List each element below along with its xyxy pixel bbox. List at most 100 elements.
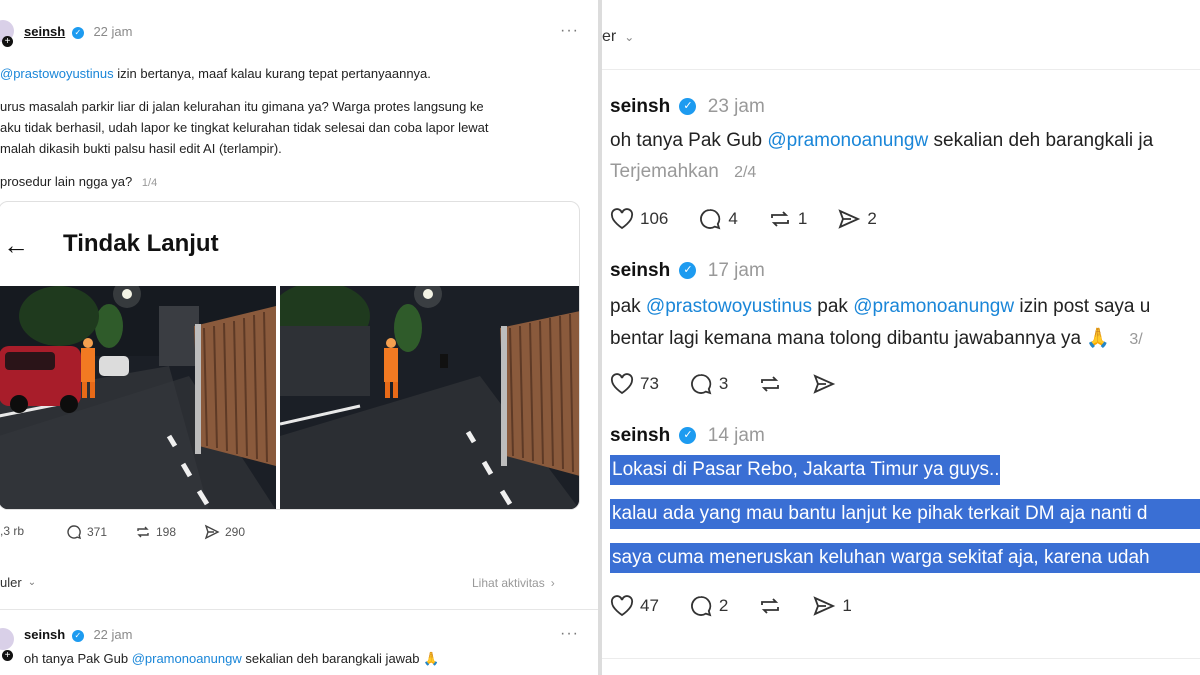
comment-count: 4 xyxy=(728,209,738,228)
like-count: ,3 rb xyxy=(0,524,25,538)
comment-icon xyxy=(700,209,721,230)
activity-link-label: Lihat aktivitas xyxy=(472,576,545,590)
sort-label: uler xyxy=(0,575,22,590)
translate-link[interactable]: Terjemahkan xyxy=(610,161,719,182)
comment-count: 3 xyxy=(718,374,729,393)
comment-button[interactable]: 4 xyxy=(698,208,738,230)
share-icon xyxy=(838,209,861,229)
follow-plus-icon[interactable]: + xyxy=(2,650,13,661)
like-button[interactable]: ,3 rb xyxy=(0,524,24,538)
post-time: 22 jam xyxy=(93,24,133,39)
username[interactable]: seinsh xyxy=(24,24,65,39)
comment-button[interactable]: 3 xyxy=(689,373,728,395)
share-count: 2 xyxy=(867,209,877,228)
left-screenshot-panel: + seinsh ✓ 22 jam ··· @prastowoyustinus … xyxy=(0,0,598,675)
comment-icon xyxy=(691,596,712,617)
post-text-line: aku tidak berhasil, udah lapor ke tingka… xyxy=(0,120,489,135)
repost-count: 1 xyxy=(797,209,808,228)
like-button[interactable]: 106 xyxy=(610,208,668,230)
like-button[interactable]: 73 xyxy=(610,373,659,395)
post-time: 17 jam xyxy=(707,260,765,281)
verified-icon: ✓ xyxy=(679,262,697,280)
follow-plus-icon[interactable]: + xyxy=(2,36,13,47)
top-bar: er ⌄ xyxy=(602,0,1200,70)
comment-button[interactable]: 371 xyxy=(66,524,107,540)
post-time: 23 jam xyxy=(707,96,765,117)
share-icon xyxy=(204,524,220,540)
post-text-line: malah dikasih bukti palsu hasil edit AI … xyxy=(0,141,282,156)
repost-button[interactable]: 1 xyxy=(768,208,807,230)
night-street-image xyxy=(280,286,579,509)
more-options-icon[interactable]: ··· xyxy=(560,625,579,643)
text-segment: izin post saya u xyxy=(1014,296,1151,317)
comment-button[interactable]: 2 xyxy=(689,595,728,617)
back-arrow-icon: ← xyxy=(3,230,29,260)
street-photo-2[interactable] xyxy=(280,286,579,509)
divider xyxy=(0,609,598,610)
comment-count: 2 xyxy=(718,596,729,615)
share-button[interactable]: 290 xyxy=(204,524,245,540)
street-photo-1[interactable] xyxy=(0,286,276,509)
text-segment: pak xyxy=(812,296,854,317)
night-street-image xyxy=(0,286,276,509)
username[interactable]: seinsh xyxy=(610,260,670,281)
username[interactable]: seinsh xyxy=(24,627,65,642)
username[interactable]: seinsh xyxy=(610,425,670,446)
text-segment: bentar lagi kemana mana tolong dibantu j… xyxy=(610,328,1111,349)
avatar[interactable] xyxy=(0,628,14,650)
verified-icon: ✓ xyxy=(679,427,697,445)
more-options-icon[interactable]: ··· xyxy=(560,22,579,40)
share-button[interactable] xyxy=(812,373,836,395)
verified-icon: ✓ xyxy=(679,98,697,116)
share-icon xyxy=(813,374,836,394)
attached-image-card[interactable]: ← Tindak Lanjut xyxy=(0,201,580,510)
text-segment: prosedur lain ngga ya? xyxy=(0,174,133,189)
text-segment: pak xyxy=(610,296,646,317)
share-button[interactable]: 2 xyxy=(837,208,877,230)
like-count: 106 xyxy=(640,209,669,228)
repost-button[interactable] xyxy=(758,373,782,395)
post-text-line: @prastowoyustinus izin bertanya, maaf ka… xyxy=(0,65,431,83)
chevron-right-icon: › xyxy=(550,576,555,590)
like-button[interactable]: 47 xyxy=(610,595,659,617)
activity-link[interactable]: Lihat aktivitas › xyxy=(472,576,555,590)
post-actions: 47 2 1 xyxy=(610,595,882,617)
repost-icon xyxy=(761,376,780,392)
share-count: 290 xyxy=(225,525,246,539)
comment-count: 371 xyxy=(87,525,108,539)
repost-count: 198 xyxy=(156,525,177,539)
post-text-line: oh tanya Pak Gub @pramonoanungw sekalian… xyxy=(610,130,1153,152)
like-count: 47 xyxy=(640,596,659,615)
text-segment: izin bertanya, maaf kalau kurang tepat p… xyxy=(113,66,431,81)
post-text-line: prosedur lain ngga ya? 1/4 xyxy=(0,173,157,192)
post-actions: 73 3 xyxy=(610,373,866,395)
post-time: 22 jam xyxy=(93,627,133,642)
mention-link[interactable]: @prastowoyustinus xyxy=(0,66,114,81)
post-header: seinsh ✓ 17 jam xyxy=(610,260,765,282)
post-text-line: pak @prastowoyustinus pak @pramonoanungw… xyxy=(610,296,1150,318)
mention-link[interactable]: @pramonoanungw xyxy=(853,296,1014,317)
post-text-line: bentar lagi kemana mana tolong dibantu j… xyxy=(610,326,1143,350)
share-count: 1 xyxy=(842,596,852,615)
mention-link[interactable]: @pramonoanungw xyxy=(767,130,928,151)
post-time: 14 jam xyxy=(707,425,765,446)
post-header: seinsh ✓ 23 jam xyxy=(610,96,765,118)
repost-button[interactable]: 198 xyxy=(135,524,176,540)
share-button[interactable]: 1 xyxy=(812,595,852,617)
share-icon xyxy=(813,596,836,616)
text-segment: sekalian deh barangkali jawab 🙏 xyxy=(241,651,440,666)
username[interactable]: seinsh xyxy=(610,96,670,117)
repost-icon xyxy=(761,598,780,614)
text-segment: oh tanya Pak Gub xyxy=(24,651,132,666)
thread-counter: 2/4 xyxy=(734,164,757,181)
repost-button[interactable] xyxy=(758,595,782,617)
heart-icon xyxy=(610,595,634,617)
sort-dropdown[interactable]: uler ⌄ xyxy=(0,575,36,590)
post-text-line: oh tanya Pak Gub @pramonoanungw sekalian… xyxy=(24,650,439,668)
mention-link[interactable]: @pramonoanungw xyxy=(132,651,242,666)
sort-dropdown[interactable]: er ⌄ xyxy=(602,28,634,46)
card-title: Tindak Lanjut xyxy=(63,230,219,257)
translate-row: Terjemahkan 2/4 xyxy=(610,161,756,183)
post-header: seinsh ✓ 22 jam xyxy=(24,24,132,39)
mention-link[interactable]: @prastowoyustinus xyxy=(646,296,812,317)
